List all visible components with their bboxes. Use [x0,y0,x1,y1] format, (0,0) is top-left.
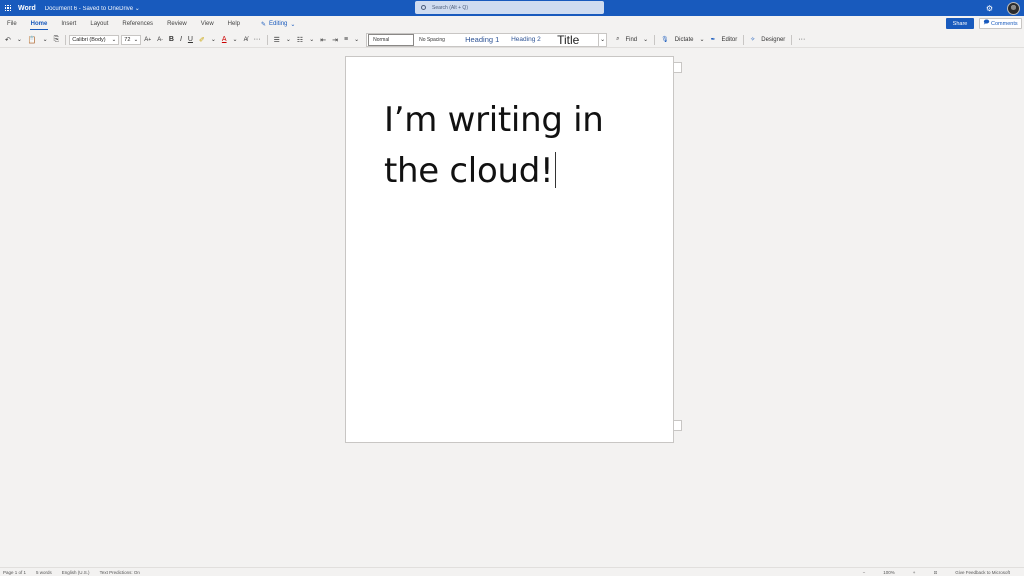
bullets-icon[interactable]: ☰ [271,32,283,48]
tab-references[interactable]: References [115,16,160,32]
app-name[interactable]: Word [18,5,36,12]
style-heading-2[interactable]: Heading 2 [507,34,553,46]
divider [65,34,67,45]
styles-gallery: Normal No Spacing Heading 1 Heading 2 Ti… [366,32,608,47]
designer-icon[interactable]: ✧ [747,32,758,48]
page-count[interactable]: Page 1 of 1 [3,570,26,575]
more-options-button[interactable]: ··· [795,32,808,48]
editor-button[interactable]: Editor [719,32,741,48]
style-heading-1[interactable]: Heading 1 [461,34,507,46]
bullets-dropdown-icon[interactable]: ⌄ [283,32,294,48]
font-color-button[interactable]: A [219,32,230,48]
shrink-font-icon[interactable]: A- [154,32,166,48]
comments-button[interactable]: 🗩 Comments [979,18,1022,29]
designer-button[interactable]: Designer [758,32,788,48]
editing-label: Editing [269,21,288,27]
search-icon [421,5,426,10]
undo-dropdown-icon[interactable]: ⌄ [14,32,25,48]
styles-more-chevron-icon[interactable]: ⌄ [598,33,606,46]
status-bar: Page 1 of 1 5 words English (U.S.) Text … [0,567,1024,576]
style-normal[interactable]: Normal [368,33,415,46]
fit-page-icon[interactable]: ⊡ [933,570,937,576]
divider [791,34,793,45]
underline-button[interactable]: U [185,32,196,48]
title-bar: Word Document 6 - Saved to OneDrive ⌄ Se… [0,0,1024,16]
search-input[interactable]: Search (Alt + Q) [415,1,604,14]
document-page[interactable]: I’m writing in the cloud! [345,56,674,443]
zoom-level[interactable]: 100% [883,570,895,575]
find-dropdown-icon[interactable]: ⌄ [640,32,651,48]
format-painter-icon[interactable]: ⎘ [51,32,63,48]
ribbon-tabs: File Home Insert Layout References Revie… [0,16,1024,32]
text-predictions[interactable]: Text Predictions: On [100,570,140,575]
document-text: I’m writing in the cloud! [384,100,604,191]
comments-label: Comments [991,20,1018,27]
undo-icon[interactable]: ↶ [2,32,14,48]
language[interactable]: English (U.S.) [62,570,90,575]
chevron-down-icon: ⌄ [111,36,117,43]
chevron-down-icon: ⌄ [133,36,139,43]
document-name[interactable]: Document 6 - Saved to OneDrive ⌄ [45,5,140,12]
comment-margin-marker [674,420,682,431]
grow-font-icon[interactable]: A + [141,32,154,48]
italic-button[interactable]: I [177,32,185,48]
find-search-icon[interactable]: ⌕ [613,32,622,48]
increase-indent-icon[interactable]: ⇥ [329,32,341,48]
font-size-select[interactable]: 72 ⌄ [121,34,142,45]
word-count[interactable]: 5 words [36,570,52,575]
highlight-icon[interactable]: ✐ [196,32,208,48]
comment-icon: 🗩 [983,20,990,26]
zoom-in-icon[interactable]: + [913,570,916,575]
style-no-spacing[interactable]: No Spacing [415,34,461,46]
dictate-dropdown-icon[interactable]: ⌄ [696,32,707,48]
dictate-button[interactable]: Dictate [672,32,697,48]
divider [743,34,745,45]
numbering-icon[interactable]: ☷ [294,32,306,48]
editor-pen-icon[interactable]: ✒ [708,32,719,48]
user-avatar[interactable] [1007,1,1020,15]
editing-mode-button[interactable]: ✎ Editing ⌄ [261,21,295,28]
comment-margin-marker [674,62,682,73]
font-size-value: 72 [124,36,131,43]
share-button[interactable]: Share [946,18,974,29]
font-name-select[interactable]: Calibri (Body) ⌄ [69,34,120,45]
zoom-out-icon[interactable]: − [863,570,866,575]
style-title[interactable]: Title [553,33,598,47]
decrease-indent-icon[interactable]: ⇤ [317,32,329,48]
document-body[interactable]: I’m writing in the cloud! [384,95,664,197]
font-color-dropdown-icon[interactable]: ⌄ [230,32,241,48]
clear-formatting-icon[interactable]: A̸ [241,32,251,48]
tab-insert[interactable]: Insert [54,16,83,32]
numbering-dropdown-icon[interactable]: ⌄ [306,32,317,48]
paste-icon[interactable]: 📋 [25,32,40,48]
find-button[interactable]: Find [622,32,640,48]
app-launcher-icon[interactable] [0,0,16,16]
highlight-dropdown-icon[interactable]: ⌄ [208,32,219,48]
search-placeholder: Search (Alt + Q) [432,4,468,11]
align-dropdown-icon[interactable]: ⌄ [351,32,362,48]
home-ribbon: ↶ ⌄ 📋 ⌄ ⎘ Calibri (Body) ⌄ 72 ⌄ A + A- B I … [0,32,1024,48]
chevron-down-icon: ⌄ [290,21,296,28]
divider [654,34,656,45]
paste-dropdown-icon[interactable]: ⌄ [40,32,51,48]
feedback-link[interactable]: Give Feedback to Microsoft [955,570,1010,575]
tab-home[interactable]: Home [24,16,55,32]
tab-layout[interactable]: Layout [83,16,115,32]
pencil-icon: ✎ [261,21,267,28]
tab-help[interactable]: Help [221,16,247,32]
align-icon[interactable]: ≡ [341,32,351,48]
share-label: Share [952,20,968,27]
settings-gear-icon[interactable]: ⚙ [986,4,993,13]
tab-file[interactable]: File [0,16,24,32]
bold-button[interactable]: B [166,32,177,48]
more-font-options-button[interactable]: ··· [251,32,264,48]
font-name-value: Calibri (Body) [72,36,106,43]
text-cursor [555,152,557,188]
divider [266,34,268,45]
tab-view[interactable]: View [194,16,221,32]
tab-review[interactable]: Review [160,16,194,32]
microphone-icon[interactable]: 🎙 [658,32,672,48]
